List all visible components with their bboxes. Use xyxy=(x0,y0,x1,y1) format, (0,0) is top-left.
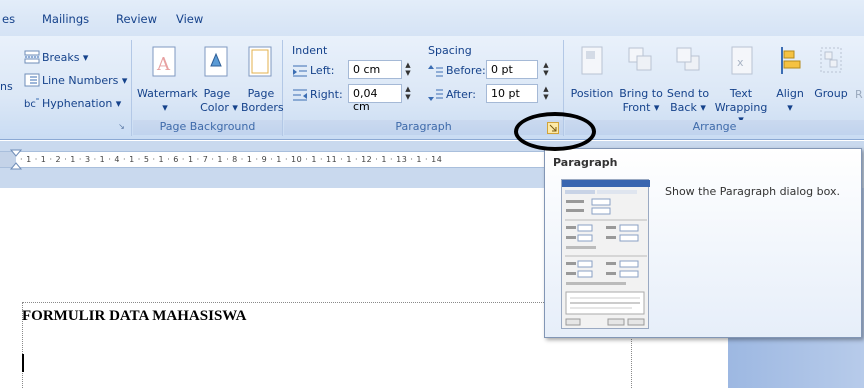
page-setup-partial-label: ns xyxy=(0,80,13,93)
position-label: Position xyxy=(570,87,614,100)
hyphenation-label: Hyphenation ▾ xyxy=(42,97,122,110)
page-background-group-label: Page Background xyxy=(133,120,282,135)
breaks-icon xyxy=(24,50,40,64)
align-dropdown-icon: ▾ xyxy=(787,101,793,114)
line-numbers-icon xyxy=(24,73,40,87)
tab-mailings[interactable]: Mailings xyxy=(42,12,89,26)
tab-review[interactable]: Review xyxy=(116,12,157,26)
page-background-group: A Watermark ▾ Page Color ▾ Page Borders … xyxy=(133,40,284,136)
group-label: Group xyxy=(814,87,848,100)
page-setup-launcher-icon[interactable]: ↘ xyxy=(116,121,127,132)
spacing-after-spinner[interactable]: ▲ ▼ xyxy=(540,84,552,103)
page-color-button[interactable]: Page Color ▾ xyxy=(199,46,238,116)
watermark-button[interactable]: A Watermark ▾ xyxy=(137,46,198,116)
position-icon xyxy=(581,46,603,75)
ruler-ticks: · 1 · 1 · 2 · 1 · 3 · 1 · 4 · 1 · 5 · 1 … xyxy=(20,155,443,164)
tooltip-title: Paragraph xyxy=(553,156,618,169)
page-setup-group: ns Breaks ▾ Line Numbers ▾ bc Hyphenatio… xyxy=(0,40,132,136)
page-color-icon xyxy=(204,46,228,77)
page-borders-button[interactable]: Page Borders xyxy=(241,46,284,116)
svg-text:A: A xyxy=(156,54,171,75)
spacing-before-spinner[interactable]: ▲ ▼ xyxy=(540,60,552,79)
page-borders-label-2: Borders xyxy=(241,101,284,114)
indent-left-label: Left: xyxy=(310,64,335,77)
bring-to-front-label-2: Front ▾ xyxy=(622,101,660,114)
document-heading[interactable]: FORMULIR DATA MAHASISWA xyxy=(22,308,246,325)
svg-text:bc: bc xyxy=(24,99,36,110)
spacing-before-label: Before: xyxy=(446,64,486,77)
svg-text:x: x xyxy=(737,56,744,69)
ribbon-tab-strip: es Mailings Review View xyxy=(0,0,864,36)
page-borders-label-1: Page xyxy=(247,87,275,100)
align-button[interactable]: Align ▾ xyxy=(771,46,809,116)
send-to-back-label-2: Back ▾ xyxy=(670,101,706,114)
text-wrapping-label-1: Text xyxy=(729,87,753,100)
indent-header: Indent xyxy=(292,44,328,57)
hyphenation-icon: bc xyxy=(24,98,39,110)
spacing-after-icon xyxy=(428,89,443,101)
tab-view[interactable]: View xyxy=(176,12,203,26)
send-to-back-label-1: Send to xyxy=(666,87,710,100)
page-borders-icon xyxy=(248,46,272,77)
indent-right-field[interactable]: 0,04 cm xyxy=(348,84,402,113)
align-icon xyxy=(781,47,801,74)
text-cursor xyxy=(22,354,24,372)
watermark-dropdown-icon: ▾ xyxy=(162,101,168,114)
rotate-partial-label: R xyxy=(855,88,863,101)
send-to-back-button[interactable]: Send to Back ▾ xyxy=(665,46,711,116)
watermark-icon: A xyxy=(152,46,176,77)
watermark-label: Watermark xyxy=(137,87,198,100)
spacing-after-field[interactable]: 10 pt xyxy=(486,84,538,103)
paragraph-dialog-thumbnail xyxy=(561,179,650,329)
text-wrapping-icon: x xyxy=(731,46,753,75)
indent-right-spinner[interactable]: ▲ ▼ xyxy=(402,84,414,103)
breaks-label: Breaks ▾ xyxy=(42,51,89,64)
page-color-label-2: Color ▾ xyxy=(200,101,238,114)
position-button[interactable]: Position xyxy=(569,46,615,116)
ribbon: ns Breaks ▾ Line Numbers ▾ bc Hyphenatio… xyxy=(0,36,864,140)
page-color-label-1: Page xyxy=(203,87,231,100)
spacing-before-field[interactable]: 0 pt xyxy=(486,60,538,79)
arrange-group-label: Arrange xyxy=(565,120,864,135)
indent-right-icon xyxy=(293,89,307,101)
group-icon xyxy=(820,47,842,73)
arrange-group: Position Bring to Front ▾ Send to Back ▾… xyxy=(565,40,864,136)
spacing-before-icon xyxy=(428,65,443,77)
tab-page-layout-partial[interactable]: es xyxy=(2,12,15,26)
spacing-after-label: After: xyxy=(446,88,476,101)
indent-left-icon xyxy=(293,65,307,77)
bring-to-front-button[interactable]: Bring to Front ▾ xyxy=(617,46,665,116)
indent-right-label: Right: xyxy=(310,88,343,101)
bring-to-front-label-1: Bring to xyxy=(619,87,663,100)
group-button[interactable]: Group xyxy=(811,46,851,116)
dialog-preview-icon xyxy=(562,180,650,326)
indent-left-spinner[interactable]: ▲ ▼ xyxy=(402,60,414,79)
bring-to-front-icon xyxy=(628,47,652,71)
line-numbers-label: Line Numbers ▾ xyxy=(42,74,128,87)
highlight-circle-annotation xyxy=(514,112,596,151)
horizontal-ruler[interactable]: · 1 · 1 · 2 · 1 · 3 · 1 · 4 · 1 · 5 · 1 … xyxy=(0,149,548,170)
indent-left-field[interactable]: 0 cm xyxy=(348,60,402,79)
tooltip-description: Show the Paragraph dialog box. xyxy=(665,185,840,198)
send-to-back-icon xyxy=(676,47,700,71)
text-wrapping-button[interactable]: x Text Wrapping ▾ xyxy=(713,46,769,126)
align-label: Align xyxy=(776,87,804,100)
paragraph-tooltip: Paragraph Show the Paragraph dialog box. xyxy=(544,148,862,338)
spacing-header: Spacing xyxy=(428,44,472,57)
